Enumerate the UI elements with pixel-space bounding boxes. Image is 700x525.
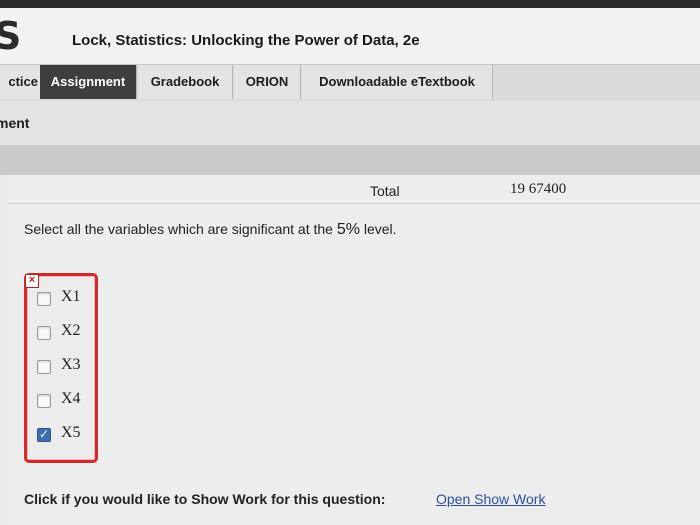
option-label-x4: X4	[61, 390, 81, 407]
option-x3[interactable]: X3	[37, 354, 93, 380]
show-work-prompt: Click if you would like to Show Work for…	[24, 491, 386, 507]
checkbox-x1[interactable]	[37, 292, 51, 306]
question-text-before: Select all the variables which are signi…	[24, 221, 337, 237]
question-percent: 5%	[336, 221, 360, 238]
tab-orion[interactable]: ORION	[234, 65, 301, 99]
total-value: 19 67400	[510, 181, 567, 197]
checkbox-x2[interactable]	[37, 326, 51, 340]
tab-gradebook[interactable]: Gradebook	[138, 65, 233, 99]
course-title: Lock, Statistics: Unlocking the Power of…	[72, 32, 420, 49]
open-show-work-link[interactable]: Open Show Work	[436, 491, 545, 507]
screen-bezel	[0, 0, 700, 8]
wileyplus-logo[interactable]: S	[0, 16, 21, 56]
option-x4[interactable]: X4	[37, 388, 93, 414]
checkmark-icon: ✓	[39, 427, 50, 441]
row-divider	[8, 203, 700, 204]
answer-options-group: × X1 X2 X3 X4 ✓ X5	[24, 273, 98, 463]
section-title: ment	[0, 115, 30, 131]
option-x1[interactable]: X1	[37, 286, 93, 312]
option-label-x5: X5	[61, 424, 81, 441]
option-label-x1: X1	[61, 288, 81, 305]
question-panel: Total 19 67400 Select all the variables …	[8, 175, 700, 525]
option-label-x3: X3	[61, 356, 81, 373]
checkbox-x3[interactable]	[37, 360, 51, 374]
tab-practice[interactable]: ctice	[0, 65, 41, 99]
header: S Lock, Statistics: Unlocking the Power …	[0, 8, 700, 64]
option-x2[interactable]: X2	[37, 320, 93, 346]
question-text: Select all the variables which are signi…	[24, 221, 397, 239]
nav-tabs: ctice Assignment Gradebook ORION Downloa…	[0, 64, 700, 102]
question-text-after: level.	[359, 221, 397, 237]
table-header-band	[0, 145, 700, 175]
tab-downloadable-etextbook[interactable]: Downloadable eTextbook	[302, 65, 493, 99]
assignment-subheader: ment	[0, 101, 700, 145]
total-label: Total	[370, 183, 400, 199]
checkbox-x4[interactable]	[37, 394, 51, 408]
option-label-x2: X2	[61, 322, 81, 339]
option-x5[interactable]: ✓ X5	[37, 422, 93, 448]
tab-assignment[interactable]: Assignment	[40, 65, 137, 99]
checkbox-x5[interactable]: ✓	[37, 427, 51, 442]
